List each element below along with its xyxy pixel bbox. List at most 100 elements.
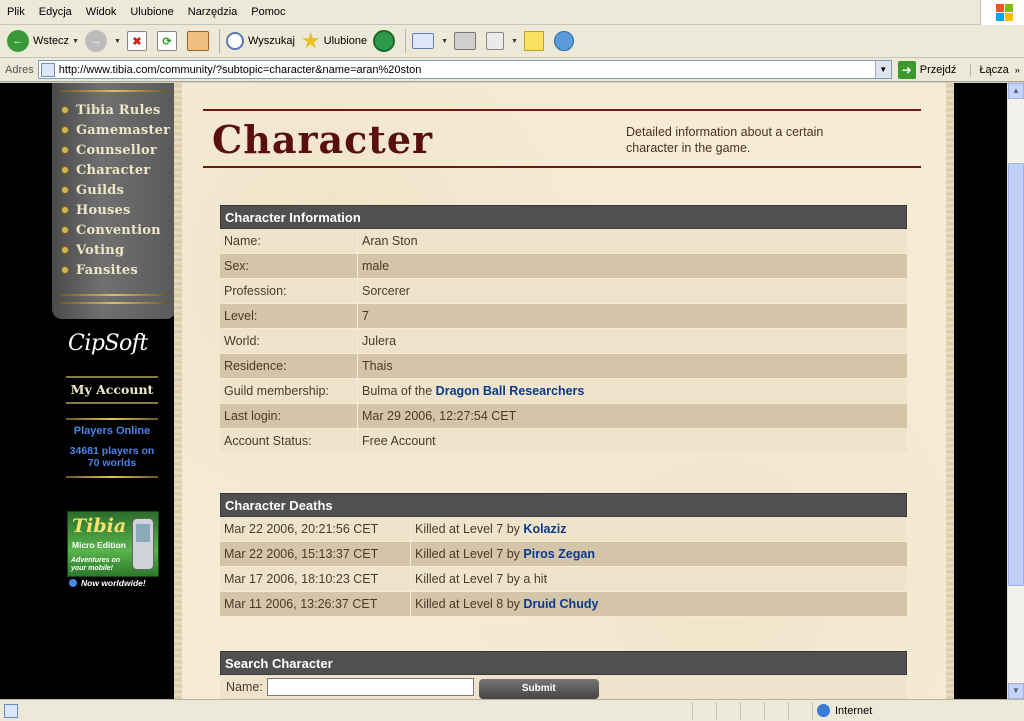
toolbar-divider <box>405 29 407 53</box>
my-account-button[interactable]: My Account <box>66 376 158 404</box>
history-button[interactable] <box>370 27 402 55</box>
ad-worldwide-label: Now worldwide! <box>81 578 146 588</box>
security-zone: Internet <box>812 701 1024 720</box>
refresh-button[interactable]: ⟳ <box>154 27 184 55</box>
row-label: Guild membership: <box>220 379 358 403</box>
chevron-down-icon[interactable]: ▼ <box>511 38 518 45</box>
menu-favorites[interactable]: Ulubione <box>123 0 180 25</box>
guild-link[interactable]: Dragon Ball Researchers <box>436 384 585 398</box>
page-description: Detailed information about a certain cha… <box>626 125 824 155</box>
menu-edit[interactable]: Edycja <box>32 0 79 25</box>
address-input[interactable]: http://www.tibia.com/community/?subtopic… <box>37 60 892 79</box>
mail-button[interactable]: ▼ <box>409 27 451 55</box>
search-name-label: Name: <box>226 680 263 694</box>
status-cell <box>764 701 788 720</box>
nav-item-guilds[interactable]: Guilds <box>62 180 124 200</box>
vertical-scrollbar[interactable]: ▲ ▼ <box>1007 83 1024 699</box>
killer-link[interactable]: Druid Chudy <box>523 597 598 611</box>
nav-item-fansites[interactable]: Fansites <box>62 260 138 280</box>
row-label: Level: <box>220 304 358 328</box>
chevron-right-icon[interactable]: » <box>1015 65 1020 75</box>
history-icon <box>373 30 396 52</box>
nav-item-label: Gamemaster <box>76 122 171 138</box>
bullet-icon <box>62 187 68 193</box>
favorites-label: Ulubione <box>323 35 368 47</box>
players-online-box[interactable]: Players Online 34681 players on 70 world… <box>66 418 158 480</box>
menu-tools[interactable]: Narzędzia <box>181 0 245 25</box>
links-button[interactable]: Łącza <box>970 63 1009 76</box>
menu-help[interactable]: Pomoc <box>244 0 292 25</box>
favorites-button[interactable]: ★ Ulubione <box>298 27 370 55</box>
table-row: Last login: Mar 29 2006, 12:27:54 CET <box>220 404 907 429</box>
windows-logo-icon <box>980 0 1024 25</box>
chevron-down-icon[interactable]: ▼ <box>72 38 79 45</box>
death-date: Mar 22 2006, 15:13:37 CET <box>220 542 411 566</box>
row-label: Name: <box>220 229 358 253</box>
edit-button[interactable]: ▼ <box>483 27 521 55</box>
nav-item-label: Voting <box>76 242 125 258</box>
nav-item-label: Convention <box>76 222 161 238</box>
ad-subtitle: Micro Edition <box>72 540 126 550</box>
chevron-down-icon[interactable]: ▼ <box>441 38 448 45</box>
killer-text: a hit <box>523 572 548 586</box>
stop-button[interactable]: ✖ <box>124 27 154 55</box>
killer-link[interactable]: Piros Zegan <box>523 547 595 561</box>
menu-file[interactable]: Plik <box>0 0 32 25</box>
character-name-input[interactable] <box>266 678 474 696</box>
row-value: Bulma of the Dragon Ball Researchers <box>358 379 907 403</box>
row-label: Residence: <box>220 354 358 378</box>
row-value: Julera <box>362 334 397 348</box>
status-cell <box>692 701 716 720</box>
nav-item-label: Tibia Rules <box>76 102 161 118</box>
submit-button[interactable]: Submit <box>478 679 599 699</box>
death-description: Killed at Level 7 by Piros Zegan <box>411 542 907 566</box>
address-url[interactable]: http://www.tibia.com/community/?subtopic… <box>59 64 422 76</box>
table-row: Mar 17 2006, 18:10:23 CET Killed at Level… <box>220 567 907 592</box>
scroll-thumb[interactable] <box>1008 163 1024 586</box>
bullet-icon <box>62 167 68 173</box>
address-bar: Adres http://www.tibia.com/community/?su… <box>0 58 1024 82</box>
search-label: Wyszukaj <box>247 35 295 47</box>
refresh-icon: ⟳ <box>156 31 177 51</box>
scroll-up-arrow-icon[interactable]: ▲ <box>1008 83 1024 99</box>
bullet-icon <box>62 267 68 273</box>
chevron-down-icon[interactable]: ▼ <box>874 61 891 78</box>
nav-item-tibia-rules[interactable]: Tibia Rules <box>62 100 161 120</box>
nav-item-label: Guilds <box>76 182 125 198</box>
home-button[interactable] <box>184 27 216 55</box>
tibia-micro-edition-ad[interactable]: Tibia Micro Edition Adventures on your m… <box>67 511 159 577</box>
mobile-phone-icon <box>132 518 154 570</box>
scroll-down-arrow-icon[interactable]: ▼ <box>1008 683 1024 699</box>
ad-worldwide[interactable]: Now worldwide! <box>69 578 146 588</box>
go-button[interactable]: ➜ Przejdź <box>897 60 956 79</box>
nav-item-gamemaster[interactable]: Gamemaster <box>62 120 170 140</box>
search-button[interactable]: Wyszukaj <box>223 27 298 55</box>
row-label: World: <box>220 329 358 353</box>
chevron-down-icon[interactable]: ▼ <box>114 38 121 45</box>
nav-item-convention[interactable]: Convention <box>62 220 161 240</box>
death-date: Mar 22 2006, 20:21:56 CET <box>220 517 411 541</box>
character-information-table: Character Information Name: Aran Ston Sex… <box>220 205 907 454</box>
globe-icon <box>817 704 830 717</box>
forward-button[interactable]: → ▼ <box>82 27 124 55</box>
table-heading: Character Information <box>220 205 907 229</box>
killer-link[interactable]: Kolaziz <box>523 522 566 536</box>
notes-button[interactable] <box>521 27 551 55</box>
nav-item-label: Houses <box>76 202 131 218</box>
messenger-button[interactable] <box>551 27 581 55</box>
nav-item-counsellor[interactable]: Counsellor <box>62 140 157 160</box>
nav-divider <box>60 294 168 296</box>
print-button[interactable] <box>451 27 483 55</box>
cipsoft-logo[interactable]: CipSoft <box>68 331 148 356</box>
toolbar: ← Wstecz ▼ → ▼ ✖ ⟳ Wyszukaj ★ Ulubione ▼… <box>0 25 1024 58</box>
edit-page-icon <box>486 32 504 50</box>
nav-item-character[interactable]: Character <box>62 160 150 180</box>
back-button[interactable]: ← Wstecz ▼ <box>4 27 82 55</box>
nav-divider <box>60 90 168 92</box>
menu-view[interactable]: Widok <box>79 0 124 25</box>
nav-item-houses[interactable]: Houses <box>62 200 131 220</box>
table-row: Sex: male <box>220 254 907 279</box>
row-label: Profession: <box>220 279 358 303</box>
nav-item-voting[interactable]: Voting <box>62 240 124 260</box>
row-value: male <box>362 259 390 273</box>
